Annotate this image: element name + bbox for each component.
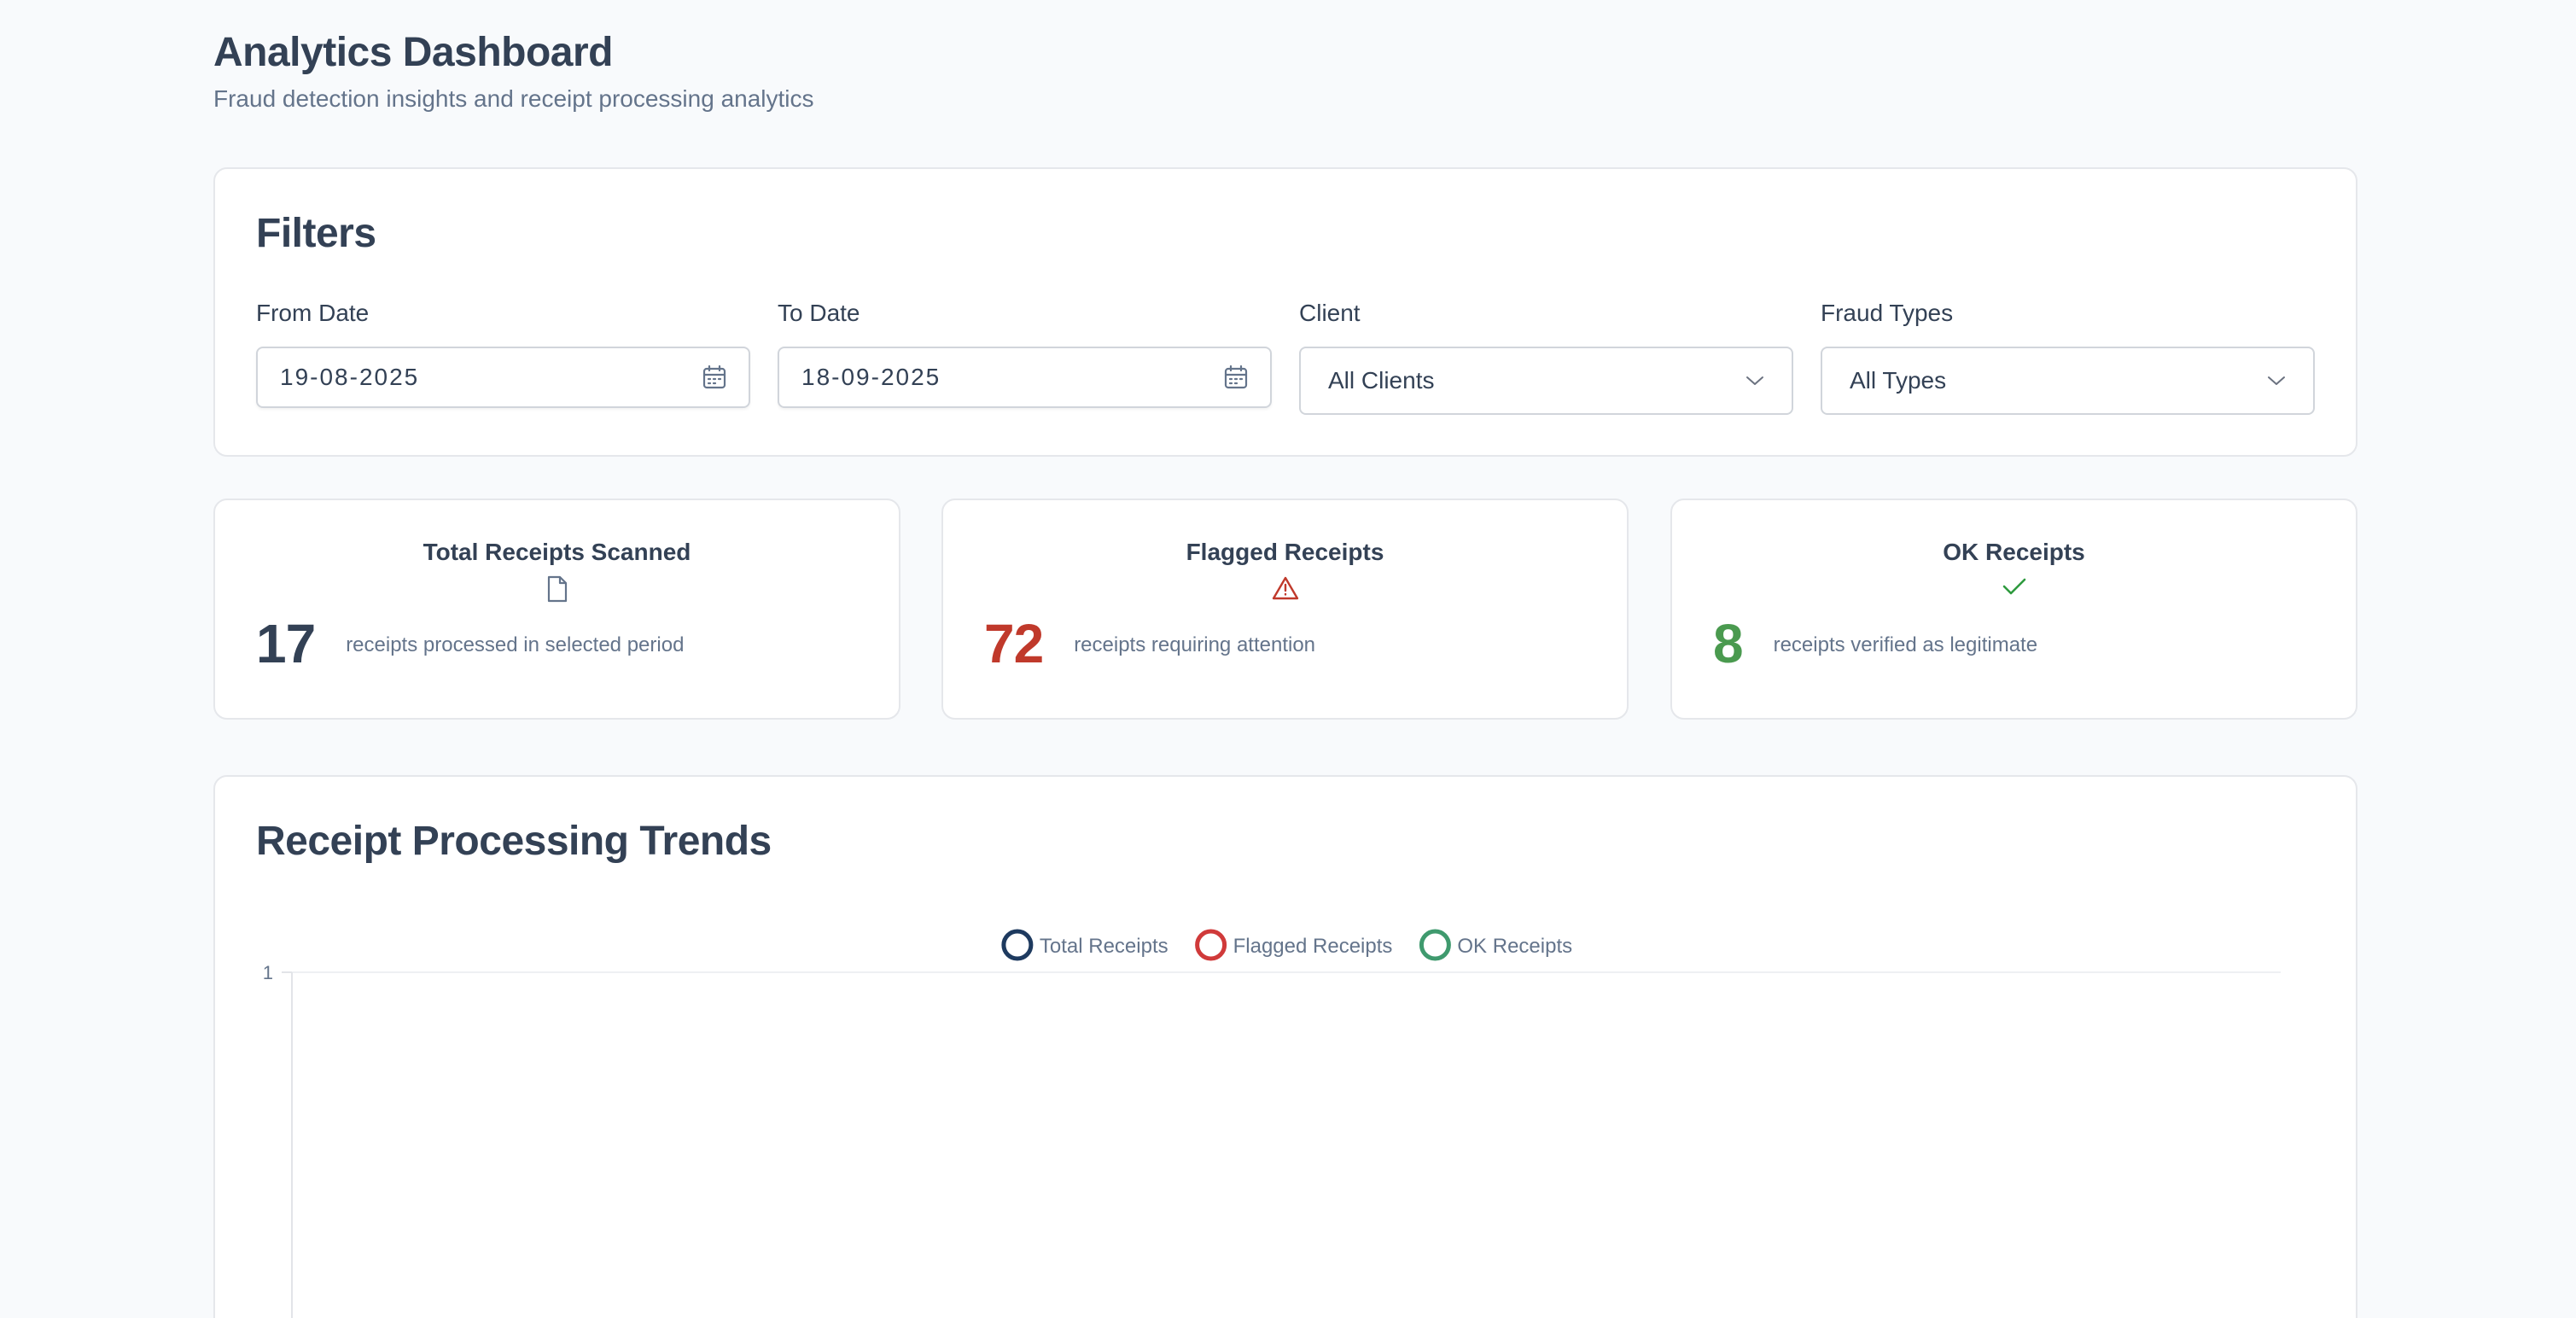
calendar-icon[interactable]	[1224, 364, 1248, 390]
ok-receipts-value: 8	[1713, 613, 1744, 674]
total-receipts-title: Total Receipts Scanned	[423, 539, 691, 565]
document-icon	[256, 575, 858, 603]
page-subtitle: Fraud detection insights and receipt pro…	[213, 85, 814, 112]
client-filter: Client All Clients	[1299, 299, 1793, 415]
to-date-label: To Date	[778, 300, 860, 326]
page-title: Analytics Dashboard	[213, 30, 613, 75]
to-date-filter: To Date 18-09-2025	[778, 299, 1272, 415]
flagged-receipts-row: 72 receipts requiring attention	[984, 613, 1586, 674]
ok-receipts-row: 8 receipts verified as legitimate	[1713, 613, 2315, 674]
filters-row: From Date 19-08-2025 To Date 18-09-2025 …	[256, 299, 2315, 415]
calendar-icon[interactable]	[702, 364, 726, 390]
flagged-receipts-card: Flagged Receipts 72 receipts requiring a…	[941, 499, 1629, 720]
legend-item[interactable]: OK Receipts	[1419, 929, 1572, 961]
page-header: Analytics Dashboard Fraud detection insi…	[213, 0, 2357, 114]
to-date-input[interactable]: 18-09-2025	[778, 347, 1272, 408]
flagged-receipts-desc: receipts requiring attention	[1074, 633, 1316, 656]
ok-receipts-card: OK Receipts 8 receipts verified as legit…	[1670, 499, 2357, 720]
client-select[interactable]: All Clients	[1299, 347, 1793, 415]
check-icon	[1713, 575, 2315, 603]
fraud-types-label: Fraud Types	[1821, 300, 1954, 326]
legend-label: OK Receipts	[1457, 935, 1572, 958]
fraud-types-select-value: All Types	[1850, 367, 1947, 394]
to-date-value: 18-09-2025	[801, 364, 941, 390]
legend-marker	[1195, 929, 1227, 961]
legend-item[interactable]: Total Receipts	[1001, 929, 1169, 961]
flagged-receipts-value: 72	[984, 613, 1044, 674]
legend-item[interactable]: Flagged Receipts	[1195, 929, 1393, 961]
ok-receipts-title: OK Receipts	[1943, 539, 2085, 565]
trends-chart: Total Receipts Flagged Receipts OK Receipt…	[263, 929, 2281, 1318]
from-date-filter: From Date 19-08-2025	[256, 299, 750, 415]
from-date-input[interactable]: 19-08-2025	[256, 347, 750, 408]
flagged-receipts-title: Flagged Receipts	[1186, 539, 1384, 565]
fraud-types-select[interactable]: All Types	[1821, 347, 2315, 415]
legend-label: Flagged Receipts	[1233, 935, 1393, 958]
dashboard-page: Analytics Dashboard Fraud detection insi…	[213, 0, 2357, 1318]
chevron-down-icon	[1746, 375, 1764, 387]
from-date-value: 19-08-2025	[280, 364, 420, 390]
filters-title: Filters	[256, 211, 376, 256]
legend-marker	[1001, 929, 1034, 961]
warning-icon	[984, 575, 1586, 603]
from-date-label: From Date	[256, 300, 370, 326]
legend-marker	[1419, 929, 1451, 961]
total-receipts-desc: receipts processed in selected period	[346, 633, 685, 656]
chevron-down-icon	[2267, 375, 2286, 387]
ok-receipts-desc: receipts verified as legitimate	[1773, 633, 2038, 656]
client-select-value: All Clients	[1328, 367, 1435, 394]
trends-chart-card: Receipt Processing Trends Total Receipts…	[213, 775, 2357, 1318]
total-receipts-value: 17	[256, 613, 316, 674]
y-tick-label: 1	[263, 962, 273, 983]
legend-label: Total Receipts	[1040, 935, 1169, 958]
fraud-types-filter: Fraud Types All Types	[1821, 299, 2315, 415]
total-receipts-card: Total Receipts Scanned 17 receipts proce…	[213, 499, 900, 720]
client-label: Client	[1299, 300, 1361, 326]
total-receipts-row: 17 receipts processed in selected period	[256, 613, 858, 674]
filters-card: Filters From Date 19-08-2025 To Date 18-…	[213, 167, 2357, 457]
